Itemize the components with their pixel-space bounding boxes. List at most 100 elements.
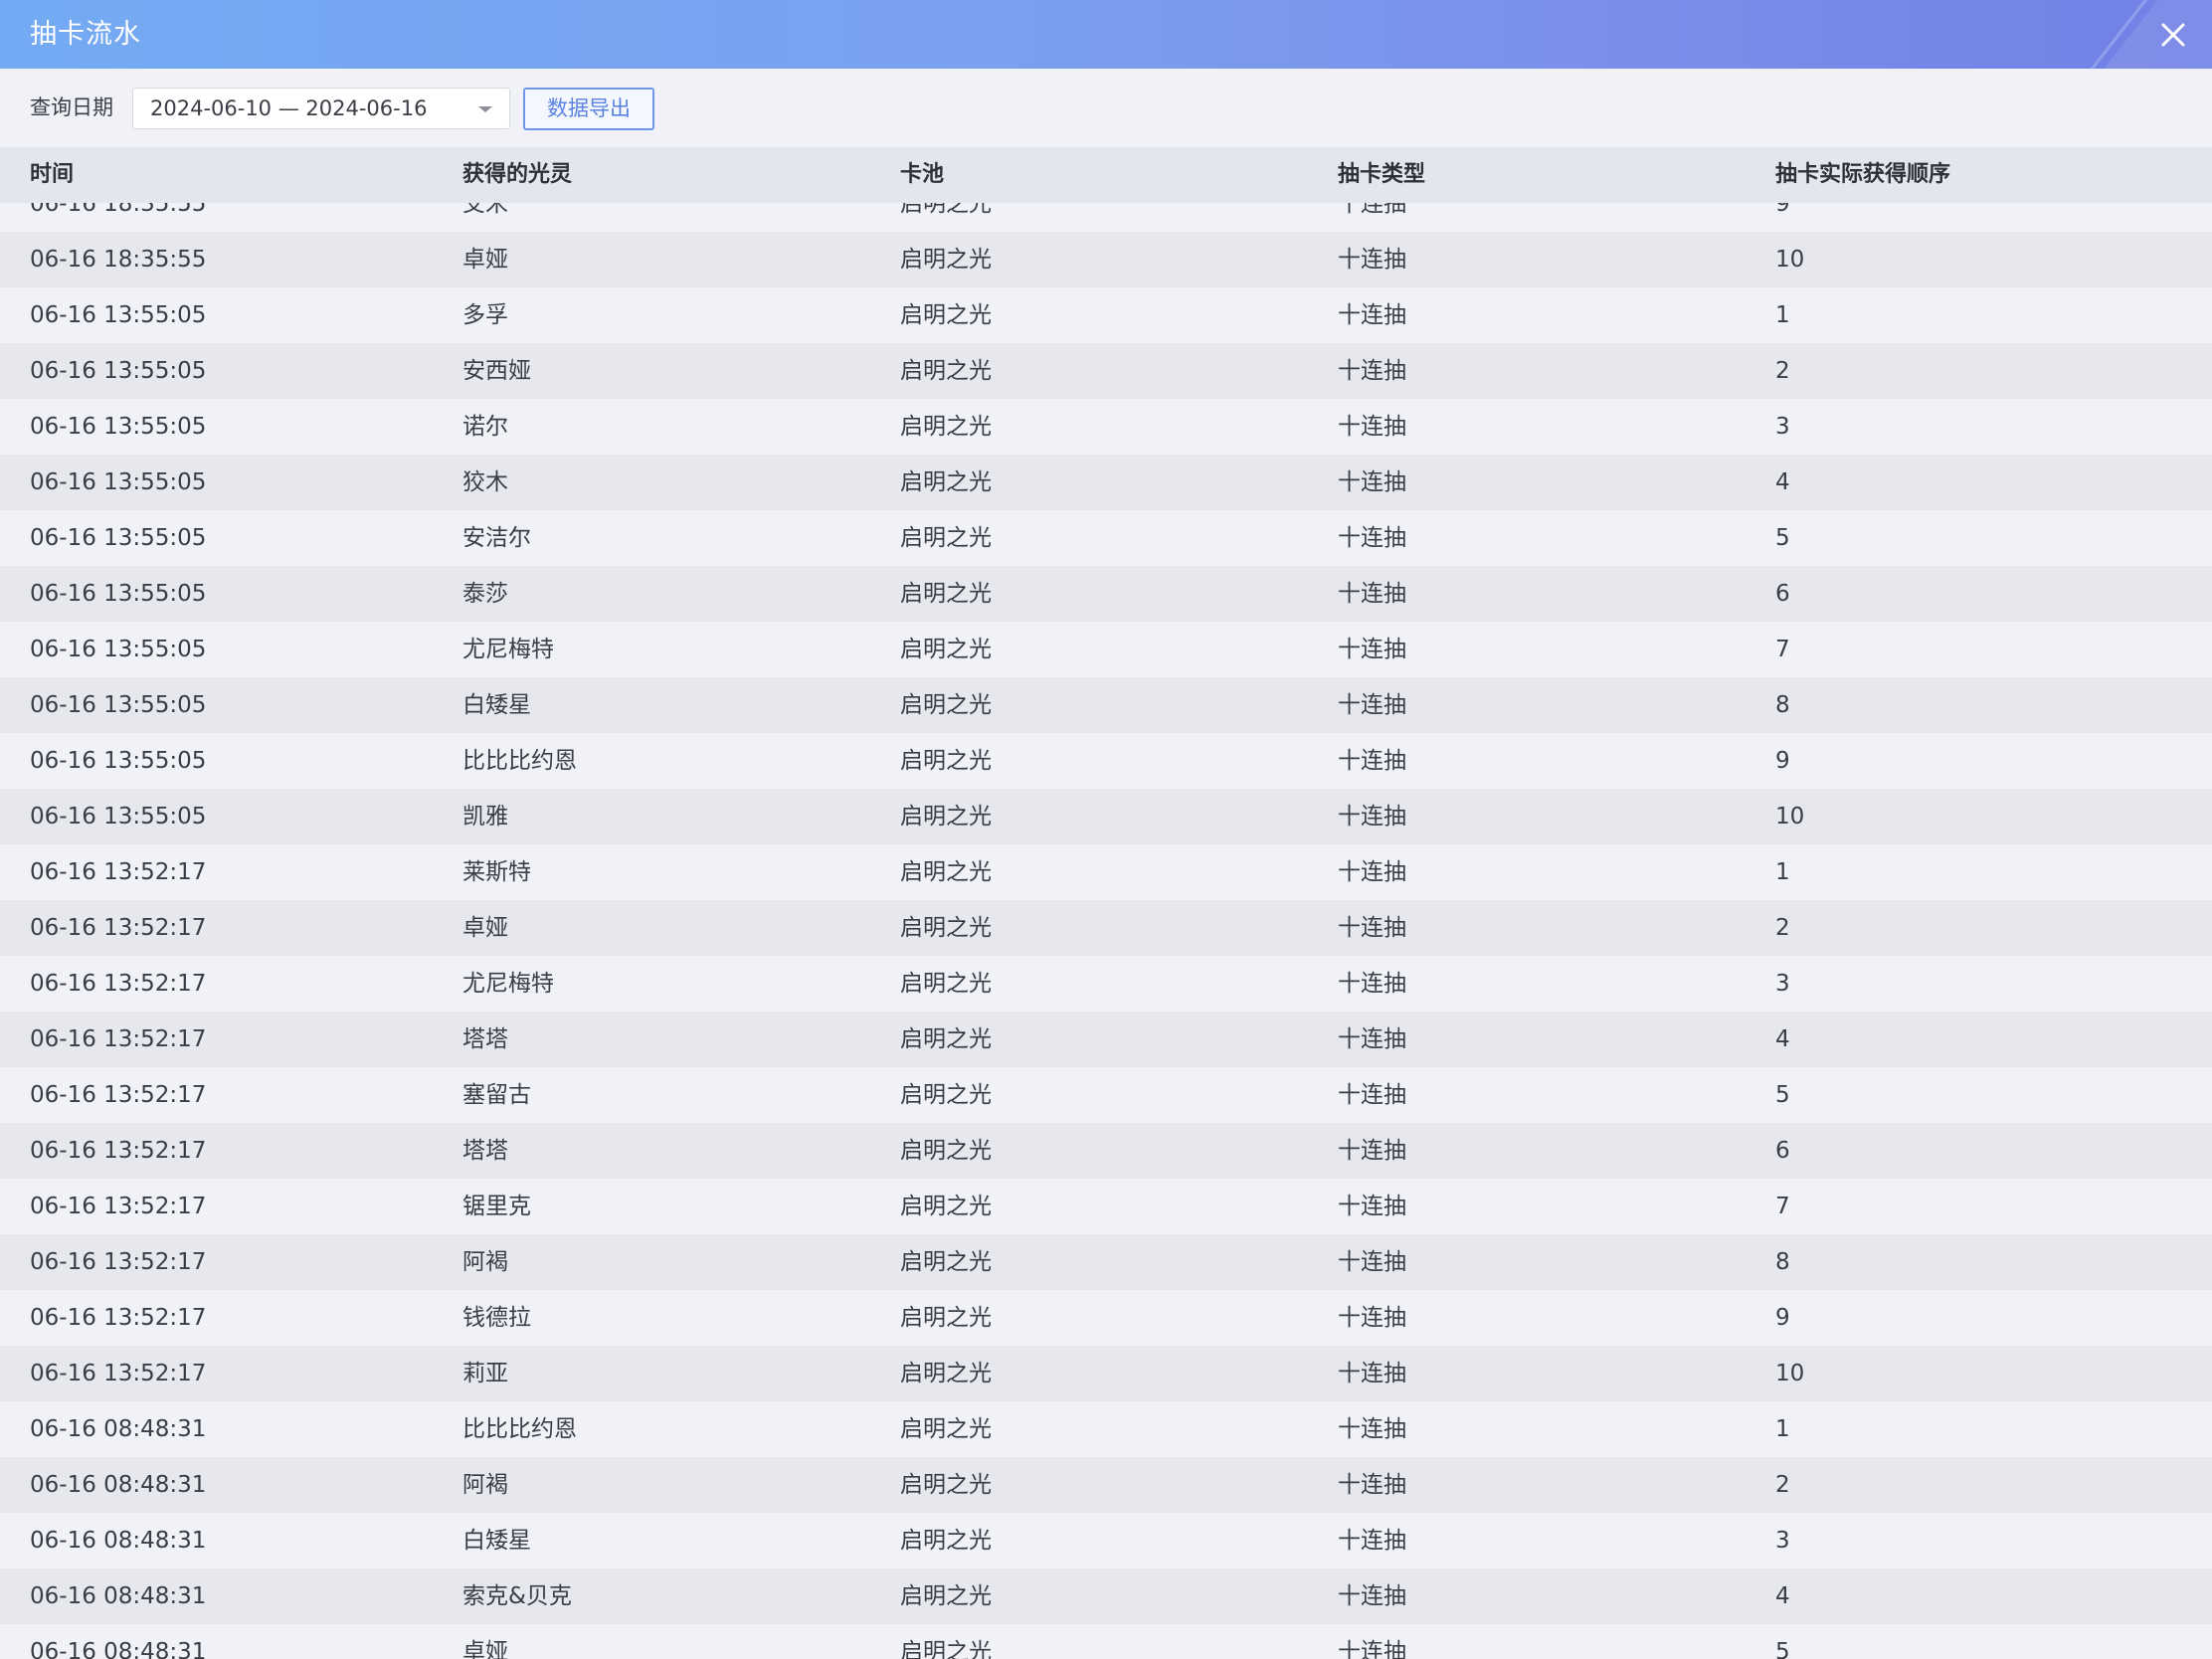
dialog-titlebar: 抽卡流水 [0,0,2212,69]
cell-pool: 启明之光 [900,1082,992,1108]
cell-time: 06-16 13:55:05 [30,414,207,440]
cell-pool: 启明之光 [900,414,992,440]
cell-spirit: 狡木 [462,469,508,495]
table-row: 06-16 13:55:05 狡木 启明之光 十连抽 4 [0,455,2212,510]
table-row: 06-16 13:52:17 尤尼梅特 启明之光 十连抽 3 [0,956,2212,1012]
table-row: 06-16 13:52:17 卓娅 启明之光 十连抽 2 [0,900,2212,956]
cell-time: 06-16 08:48:31 [30,1472,207,1498]
cell-draw-type: 十连抽 [1338,469,1406,495]
table-header: 时间 获得的光灵 卡池 抽卡类型 抽卡实际获得顺序 [0,147,2212,203]
cell-time: 06-16 13:55:05 [30,358,207,384]
cell-order: 3 [1775,1528,1790,1554]
cell-draw-type: 十连抽 [1338,915,1406,941]
cell-draw-type: 十连抽 [1338,748,1406,774]
table-row: 06-16 08:48:31 索克&贝克 启明之光 十连抽 4 [0,1568,2212,1624]
cell-time: 06-16 13:52:17 [30,1305,207,1331]
cell-draw-type: 十连抽 [1338,1082,1406,1108]
cell-draw-type: 十连抽 [1338,859,1406,885]
table-row: 06-16 13:52:17 莉亚 启明之光 十连抽 10 [0,1346,2212,1401]
cell-time: 06-16 13:55:05 [30,469,207,495]
cell-spirit: 白矮星 [462,1528,531,1554]
cell-order: 1 [1775,1416,1790,1442]
table-row: 06-16 08:48:31 阿褐 启明之光 十连抽 2 [0,1457,2212,1513]
cell-pool: 启明之光 [900,1528,992,1554]
cell-draw-type: 十连抽 [1338,247,1406,273]
column-header-spirit: 获得的光灵 [462,162,573,187]
cell-draw-type: 十连抽 [1338,1416,1406,1442]
column-header-order: 抽卡实际获得顺序 [1775,162,1951,187]
table-body[interactable]: 06-16 18:35:55 艾米 启明之光 十连抽 9 06-16 18:35:55 卓娅… [0,203,2212,1659]
cell-pool: 启明之光 [900,1472,992,1498]
cell-pool: 启明之光 [900,581,992,607]
close-button[interactable] [2148,10,2198,60]
cell-pool: 启明之光 [900,971,992,997]
cell-time: 06-16 08:48:31 [30,1583,207,1609]
cell-pool: 启明之光 [900,804,992,830]
cell-draw-type: 十连抽 [1338,1305,1406,1331]
cell-spirit: 卓娅 [462,1639,508,1659]
column-header-draw-type: 抽卡类型 [1338,162,1426,187]
cell-pool: 启明之光 [900,302,992,328]
export-data-button[interactable]: 数据导出 [523,88,654,130]
cell-draw-type: 十连抽 [1338,358,1406,384]
cell-order: 10 [1775,1361,1805,1386]
cell-draw-type: 十连抽 [1338,1361,1406,1386]
cell-draw-type: 十连抽 [1338,692,1406,718]
cell-draw-type: 十连抽 [1338,1249,1406,1275]
cell-time: 06-16 13:52:17 [30,1361,207,1386]
table-row: 06-16 18:35:55 艾米 启明之光 十连抽 9 [0,203,2212,232]
cell-pool: 启明之光 [900,637,992,662]
cell-time: 06-16 13:52:17 [30,1026,207,1052]
cell-spirit: 安洁尔 [462,525,531,551]
cell-spirit: 阿褐 [462,1249,508,1275]
cell-draw-type: 十连抽 [1338,302,1406,328]
date-range-select[interactable]: 2024-06-10 — 2024-06-16 [132,88,510,129]
cell-order: 10 [1775,804,1805,830]
cell-pool: 启明之光 [900,915,992,941]
cell-time: 06-16 13:52:17 [30,1194,207,1219]
cell-time: 06-16 13:55:05 [30,302,207,328]
cell-draw-type: 十连抽 [1338,581,1406,607]
table-row: 06-16 13:52:17 塔塔 启明之光 十连抽 6 [0,1123,2212,1179]
cell-draw-type: 十连抽 [1338,1528,1406,1554]
cell-draw-type: 十连抽 [1338,414,1406,440]
cell-time: 06-16 18:35:55 [30,203,207,217]
cell-draw-type: 十连抽 [1338,804,1406,830]
cell-draw-type: 十连抽 [1338,1194,1406,1219]
close-icon [2161,23,2185,47]
cell-draw-type: 十连抽 [1338,1138,1406,1164]
table-row: 06-16 08:48:31 卓娅 启明之光 十连抽 5 [0,1624,2212,1659]
cell-draw-type: 十连抽 [1338,637,1406,662]
cell-order: 3 [1775,971,1790,997]
cell-order: 8 [1775,1249,1790,1275]
cell-pool: 启明之光 [900,358,992,384]
cell-pool: 启明之光 [900,1416,992,1442]
table-row: 06-16 13:52:17 锯里克 启明之光 十连抽 7 [0,1179,2212,1234]
table-row: 06-16 13:52:17 阿褐 启明之光 十连抽 8 [0,1234,2212,1290]
cell-time: 06-16 13:55:05 [30,748,207,774]
cell-order: 6 [1775,1138,1790,1164]
cell-time: 06-16 13:55:05 [30,581,207,607]
cell-order: 7 [1775,637,1790,662]
cell-order: 10 [1775,247,1805,273]
cell-order: 1 [1775,859,1790,885]
table-row: 06-16 13:55:05 安洁尔 启明之光 十连抽 5 [0,510,2212,566]
table-row: 06-16 13:55:05 白矮星 启明之光 十连抽 8 [0,677,2212,733]
cell-spirit: 尤尼梅特 [462,971,554,997]
table-row: 06-16 13:52:17 塔塔 启明之光 十连抽 4 [0,1012,2212,1067]
cell-pool: 启明之光 [900,203,992,217]
cell-pool: 启明之光 [900,469,992,495]
cell-spirit: 莉亚 [462,1361,508,1386]
cell-pool: 启明之光 [900,1194,992,1219]
cell-draw-type: 十连抽 [1338,1026,1406,1052]
cell-time: 06-16 13:55:05 [30,637,207,662]
cell-order: 9 [1775,1305,1790,1331]
cell-pool: 启明之光 [900,1249,992,1275]
cell-spirit: 凯雅 [462,804,508,830]
cell-time: 06-16 13:52:17 [30,1082,207,1108]
cell-spirit: 诺尔 [462,414,508,440]
cell-spirit: 钱德拉 [462,1305,531,1331]
gacha-record-dialog: 抽卡流水 查询日期 2024-06-10 — 2024-06-16 数据导出 时… [0,0,2212,1659]
cell-order: 3 [1775,414,1790,440]
chevron-down-icon [478,106,492,112]
